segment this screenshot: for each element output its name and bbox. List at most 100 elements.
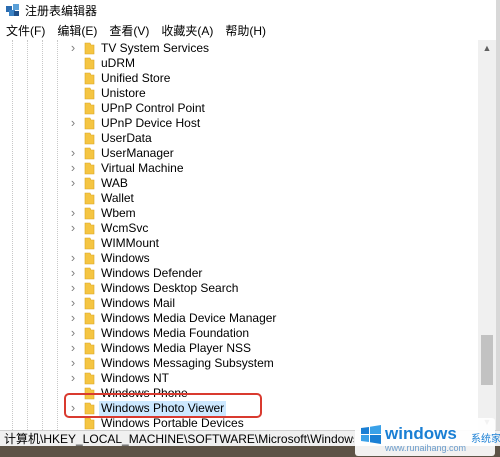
expand-chevron-icon[interactable]: ›: [68, 296, 78, 309]
highlight-annotation: [64, 393, 262, 418]
tree-item-label: Windows Desktop Search: [101, 281, 239, 295]
expand-chevron-icon[interactable]: ›: [68, 326, 78, 339]
tree-item-label: Virtual Machine: [101, 161, 184, 175]
window-edge: [496, 0, 500, 457]
folder-icon: [84, 282, 95, 295]
tree-item[interactable]: › Windows Media Device Manager: [0, 311, 478, 326]
folder-icon: [84, 207, 95, 220]
folder-icon: [84, 42, 95, 55]
folder-icon: [84, 192, 95, 205]
folder-icon: [84, 372, 95, 385]
tree-item-label: Wbem: [101, 206, 136, 220]
expand-chevron-icon[interactable]: ›: [68, 266, 78, 279]
tree-item[interactable]: › WAB: [0, 176, 478, 191]
expand-chevron-icon[interactable]: ›: [68, 311, 78, 324]
tree-item-label: Unistore: [101, 86, 146, 100]
watermark-cn: 系统家园: [471, 434, 500, 445]
folder-icon: [84, 57, 95, 70]
tree-item-label: WcmSvc: [101, 221, 149, 235]
expand-chevron-icon[interactable]: ›: [68, 41, 78, 54]
tree-item-label: Windows Mail: [101, 296, 176, 310]
tree-item[interactable]: › Windows Messaging Subsystem: [0, 356, 478, 371]
tree-item[interactable]: uDRM: [0, 56, 478, 71]
tree-item-label: Windows Media Device Manager: [101, 311, 277, 325]
tree-item[interactable]: › Virtual Machine: [0, 161, 478, 176]
expand-chevron-icon[interactable]: ›: [68, 281, 78, 294]
expand-chevron-icon[interactable]: ›: [68, 176, 78, 189]
folder-icon: [84, 132, 95, 145]
menu-file[interactable]: 文件(F): [0, 22, 51, 39]
menu-favorites[interactable]: 收藏夹(A): [155, 22, 219, 39]
tree-item[interactable]: › Windows Defender: [0, 266, 478, 281]
tree-item-label: TV System Services: [101, 41, 210, 55]
watermark-brand: windows: [385, 424, 457, 443]
tree-item-label: UPnP Device Host: [101, 116, 201, 130]
folder-icon: [84, 102, 95, 115]
tree-item-label: Windows Media Player NSS: [101, 341, 252, 355]
folder-icon: [84, 417, 95, 430]
expand-chevron-icon[interactable]: ›: [68, 221, 78, 234]
registry-editor-icon: [6, 4, 19, 16]
expand-chevron-icon[interactable]: ›: [68, 371, 78, 384]
menu-bar: 文件(F) 编辑(E) 查看(V) 收藏夹(A) 帮助(H): [0, 20, 500, 40]
folder-icon: [84, 327, 95, 340]
tree-item[interactable]: › WcmSvc: [0, 221, 478, 236]
tree-item[interactable]: › Wbem: [0, 206, 478, 221]
expand-chevron-icon[interactable]: ›: [68, 206, 78, 219]
expand-chevron-icon[interactable]: ›: [68, 161, 78, 174]
tree-item-label: uDRM: [101, 56, 136, 70]
folder-icon: [84, 252, 95, 265]
tree-item[interactable]: UserData: [0, 131, 478, 146]
tree-item[interactable]: › Windows Media Foundation: [0, 326, 478, 341]
tree-item-label: Windows NT: [101, 371, 170, 385]
tree-item[interactable]: › Windows Desktop Search: [0, 281, 478, 296]
expand-chevron-icon[interactable]: ›: [68, 116, 78, 129]
tree-item[interactable]: › Windows Mail: [0, 296, 478, 311]
folder-icon: [84, 237, 95, 250]
tree-item-label: UserManager: [101, 146, 174, 160]
menu-help[interactable]: 帮助(H): [219, 22, 272, 39]
expand-chevron-icon[interactable]: ›: [68, 356, 78, 369]
watermark-url: www.runaihang.com: [385, 443, 467, 453]
scroll-thumb[interactable]: [481, 335, 493, 385]
registry-tree[interactable]: › TV System Services uDRM Unified Store Unis…: [0, 40, 478, 430]
title-bar: 注册表编辑器: [0, 0, 500, 20]
tree-item-label: Unified Store: [101, 71, 171, 85]
tree-item-label: Windows Media Foundation: [101, 326, 250, 340]
folder-icon: [84, 87, 95, 100]
tree-item[interactable]: › UPnP Device Host: [0, 116, 478, 131]
tree-item[interactable]: WIMMount: [0, 236, 478, 251]
scroll-up-arrow-icon[interactable]: ▲: [478, 40, 496, 56]
folder-icon: [84, 297, 95, 310]
tree-item[interactable]: Unistore: [0, 86, 478, 101]
folder-icon: [84, 267, 95, 280]
tree-item[interactable]: Wallet: [0, 191, 478, 206]
folder-icon: [84, 312, 95, 325]
tree-item[interactable]: › Windows: [0, 251, 478, 266]
expand-chevron-icon[interactable]: ›: [68, 251, 78, 264]
window-title: 注册表编辑器: [25, 3, 98, 18]
vertical-scrollbar[interactable]: ▲ ▼: [478, 40, 496, 430]
folder-icon: [84, 222, 95, 235]
tree-item-label: Windows Portable Devices: [101, 416, 244, 430]
folder-icon: [84, 357, 95, 370]
tree-item[interactable]: › Windows Media Player NSS: [0, 341, 478, 356]
tree-item-label: WAB: [101, 176, 128, 190]
folder-icon: [84, 177, 95, 190]
tree-item[interactable]: UPnP Control Point: [0, 101, 478, 116]
folder-icon: [84, 342, 95, 355]
tree-item-label: Windows: [101, 251, 150, 265]
tree-item-label: Windows Defender: [101, 266, 203, 280]
tree-item[interactable]: Unified Store: [0, 71, 478, 86]
windows-logo-icon: [361, 425, 381, 444]
status-path: 计算机\HKEY_LOCAL_MACHINE\SOFTWARE\Microsof…: [4, 432, 354, 446]
tree-item[interactable]: › UserManager: [0, 146, 478, 161]
menu-edit[interactable]: 编辑(E): [51, 22, 103, 39]
expand-chevron-icon[interactable]: ›: [68, 146, 78, 159]
menu-view[interactable]: 查看(V): [103, 22, 155, 39]
tree-item[interactable]: › TV System Services: [0, 41, 478, 56]
tree-item[interactable]: › Windows NT: [0, 371, 478, 386]
tree-item-label: Wallet: [101, 191, 134, 205]
folder-icon: [84, 147, 95, 160]
expand-chevron-icon[interactable]: ›: [68, 341, 78, 354]
